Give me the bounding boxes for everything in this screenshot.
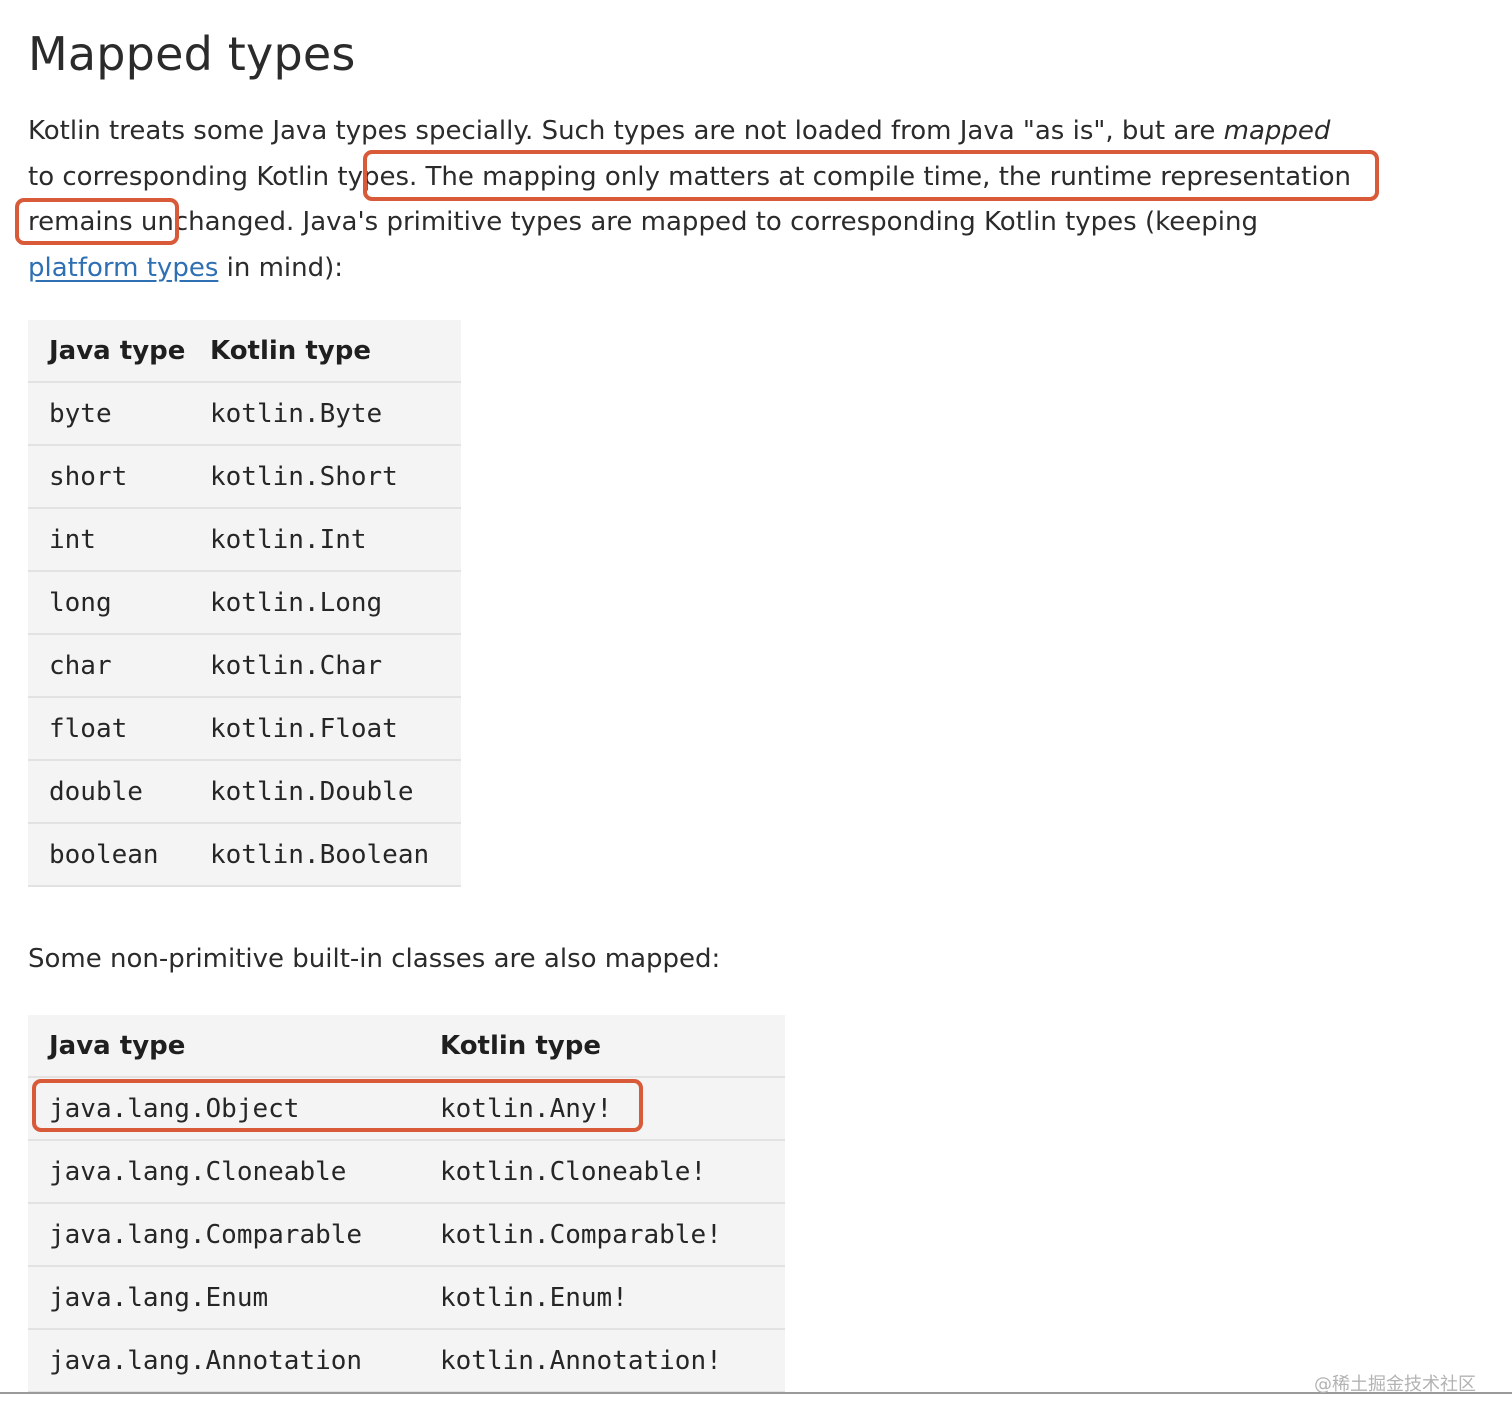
intro-text-1: Kotlin treats some Java types specially.… <box>28 116 1224 146</box>
table-header-row: Java type Kotlin type <box>28 320 461 383</box>
table-row: float kotlin.Float <box>28 697 461 761</box>
java-type-cell: long <box>28 571 189 635</box>
kotlin-type-cell: kotlin.Enum! <box>419 1266 785 1330</box>
table-row: java.lang.Annotation kotlin.Annotation! <box>28 1329 785 1393</box>
kotlin-type-cell: kotlin.Boolean <box>189 823 461 887</box>
table-row: boolean kotlin.Boolean <box>28 823 461 887</box>
col-header-java-type: Java type <box>28 1015 419 1078</box>
non-primitive-intro: Some non-primitive built-in classes are … <box>28 944 721 974</box>
col-header-java-type: Java type <box>28 320 189 383</box>
table-row: long kotlin.Long <box>28 571 461 635</box>
table-row: int kotlin.Int <box>28 508 461 572</box>
kotlin-type-cell: kotlin.Int <box>189 508 461 572</box>
class-types-table: Java type Kotlin type java.lang.Object k… <box>28 1015 785 1393</box>
java-type-cell: double <box>28 760 189 824</box>
table-header-row: Java type Kotlin type <box>28 1015 785 1078</box>
bottom-divider <box>0 1392 1512 1394</box>
intro-mapped-word: mapped <box>1223 116 1331 146</box>
kotlin-type-cell: kotlin.Float <box>189 697 461 761</box>
col-header-kotlin-type: Kotlin type <box>419 1015 785 1078</box>
table-row: short kotlin.Short <box>28 445 461 509</box>
java-type-cell: int <box>28 508 189 572</box>
table-row: double kotlin.Double <box>28 760 461 824</box>
java-type-cell: java.lang.Comparable <box>28 1203 419 1267</box>
intro-text-2: to corresponding Kotlin types. The mappi… <box>28 161 1351 238</box>
java-type-cell: java.lang.Enum <box>28 1266 419 1330</box>
table-row: java.lang.Object kotlin.Any! <box>28 1077 785 1141</box>
intro-text-3: in mind): <box>218 252 344 283</box>
kotlin-type-cell: kotlin.Short <box>189 445 461 509</box>
page-title: Mapped types <box>28 27 356 81</box>
col-header-kotlin-type: Kotlin type <box>189 320 461 383</box>
kotlin-type-cell: kotlin.Byte <box>189 382 461 446</box>
kotlin-type-cell: kotlin.Annotation! <box>419 1329 785 1393</box>
java-type-cell: java.lang.Annotation <box>28 1329 419 1393</box>
java-type-cell: char <box>28 634 189 698</box>
kotlin-type-cell: kotlin.Comparable! <box>419 1203 785 1267</box>
table-row: java.lang.Comparable kotlin.Comparable! <box>28 1203 785 1267</box>
primitive-types-table: Java type Kotlin type byte kotlin.Byte s… <box>28 320 461 887</box>
table-row: java.lang.Enum kotlin.Enum! <box>28 1266 785 1330</box>
java-type-cell: byte <box>28 382 189 446</box>
java-type-cell: java.lang.Cloneable <box>28 1140 419 1204</box>
table-row: byte kotlin.Byte <box>28 382 461 446</box>
kotlin-type-cell: kotlin.Any! <box>419 1077 785 1141</box>
kotlin-type-cell: kotlin.Cloneable! <box>419 1140 785 1204</box>
watermark: @稀土掘金技术社区 <box>1314 1374 1476 1395</box>
platform-types-link[interactable]: platform types <box>28 253 218 283</box>
java-type-cell: short <box>28 445 189 509</box>
table-row: java.lang.Cloneable kotlin.Cloneable! <box>28 1140 785 1204</box>
java-type-cell: boolean <box>28 823 189 887</box>
kotlin-type-cell: kotlin.Double <box>189 760 461 824</box>
table-row: char kotlin.Char <box>28 634 461 698</box>
kotlin-type-cell: kotlin.Char <box>189 634 461 698</box>
intro-paragraph: Kotlin treats some Java types specially.… <box>28 109 1358 291</box>
kotlin-type-cell: kotlin.Long <box>189 571 461 635</box>
java-type-cell: java.lang.Object <box>28 1077 419 1141</box>
java-type-cell: float <box>28 697 189 761</box>
